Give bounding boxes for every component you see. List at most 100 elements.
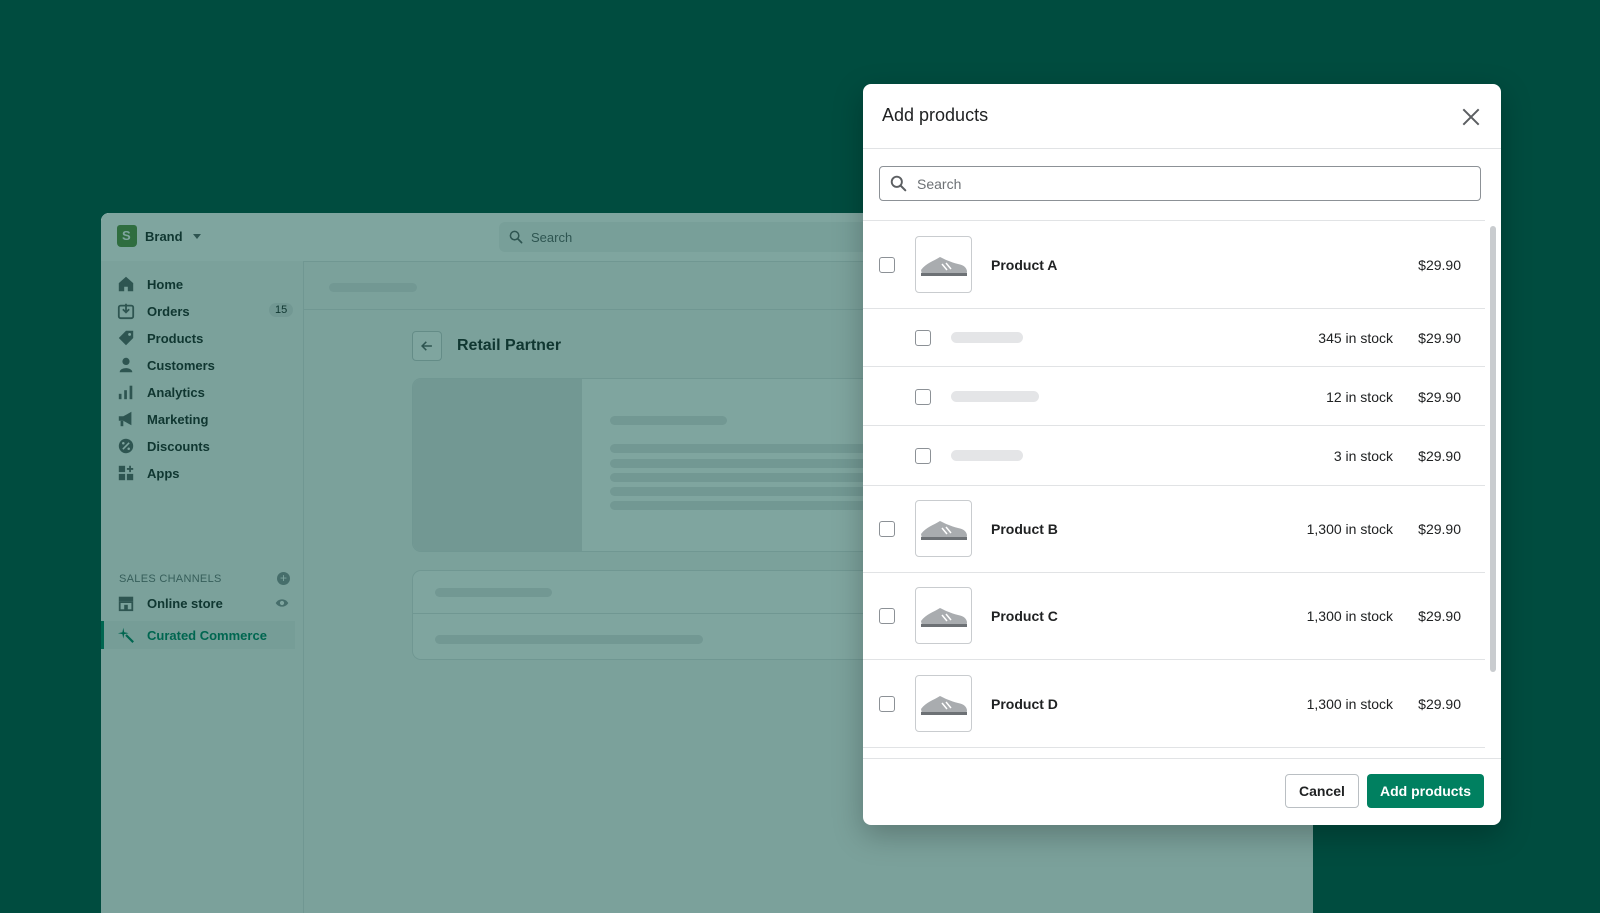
store-name: Brand [145,228,183,244]
search-icon [509,230,523,244]
sidebar-item-discounts[interactable]: Discounts [117,435,210,457]
product-search-field[interactable] [879,166,1481,201]
search-icon [890,175,907,192]
product-row[interactable]: Product D 1,300 in stock $29.90 [863,660,1485,748]
product-price: $29.90 [1418,257,1461,273]
caret-down-icon [192,233,201,239]
product-stock: 1,300 in stock [1306,696,1393,712]
product-checkbox[interactable] [879,257,895,273]
variant-stock: 3 in stock [1333,448,1393,464]
sidebar-item-apps[interactable]: Apps [117,462,180,484]
sidebar-item-label: Apps [147,465,180,481]
apps-icon [118,465,134,481]
add-products-modal: Add products Product A $29.90 345 in sto… [863,84,1501,825]
product-price: $29.90 [1418,521,1461,537]
variant-price: $29.90 [1418,448,1461,464]
sidebar-item-marketing[interactable]: Marketing [117,408,208,430]
sidebar-item-orders[interactable]: Orders [117,300,190,322]
shopify-logo-icon [117,225,137,247]
sidebar-item-label: Analytics [147,384,205,400]
sparkle-icon [117,627,134,643]
product-thumbnail [915,587,972,644]
variant-checkbox[interactable] [915,448,931,464]
variant-checkbox[interactable] [915,330,931,346]
sidebar-item-customers[interactable]: Customers [117,354,215,376]
product-price: $29.90 [1418,696,1461,712]
product-checkbox[interactable] [879,696,895,712]
megaphone-icon [118,411,132,427]
sneaker-icon [921,696,967,715]
modal-title: Add products [882,105,989,125]
sidebar-item-home[interactable]: Home [117,273,183,295]
sneaker-icon [921,521,967,540]
sales-channels-heading: SALES CHANNELS [119,573,222,585]
admin-search-placeholder: Search [531,229,573,245]
sidebar-item-label: Curated Commerce [147,627,267,643]
person-icon [119,357,133,373]
home-icon [118,276,134,292]
admin-search[interactable]: Search [499,222,869,252]
variant-checkbox[interactable] [915,389,931,405]
sidebar-item-label: Home [147,276,184,292]
modal-footer: Cancel Add products [863,758,1501,825]
product-stock: 1,300 in stock [1306,608,1393,624]
variant-row[interactable]: 345 in stock $29.90 [863,309,1485,367]
product-name: Product A [991,257,1058,273]
product-checkbox[interactable] [879,608,895,624]
variant-name-placeholder [951,450,1023,461]
text-placeholder [610,416,727,425]
sidebar-item-label: Orders [147,303,190,319]
product-thumbnail [915,236,972,293]
orders-icon [117,303,135,320]
store-icon [118,596,134,612]
product-thumbnail [915,675,972,732]
arrow-left-icon [421,341,432,351]
sidebar-item-curated-commerce[interactable]: Curated Commerce [117,624,267,646]
sidebar-item-label: Marketing [147,411,209,427]
product-search-input[interactable] [915,174,1459,193]
variant-stock: 345 in stock [1318,330,1393,346]
sneaker-icon [921,608,967,627]
variant-name-placeholder [951,391,1039,402]
sidebar-item-label: Online store [147,595,223,611]
add-channel-icon[interactable]: + [277,572,290,585]
sidebar-item-label: Products [147,330,204,346]
tag-icon [118,330,134,346]
sidebar: Home Orders 15 Products Customers Analyt… [101,261,304,913]
product-row[interactable]: Product B 1,300 in stock $29.90 [863,486,1485,573]
close-icon[interactable] [1460,106,1482,128]
image-placeholder [413,379,582,551]
product-row[interactable]: Product C 1,300 in stock $29.90 [863,573,1485,660]
sidebar-item-label: Discounts [147,438,210,454]
variant-row[interactable]: 12 in stock $29.90 [863,367,1485,426]
product-name: Product B [991,521,1058,537]
variant-row[interactable]: 3 in stock $29.90 [863,426,1485,486]
orders-count-badge: 15 [269,303,294,317]
back-button[interactable] [412,331,442,361]
text-placeholder [435,588,552,597]
sidebar-item-analytics[interactable]: Analytics [117,381,205,403]
product-row[interactable]: Product A $29.90 [863,221,1485,309]
sidebar-item-online-store[interactable]: Online store [117,592,223,614]
product-name: Product D [991,696,1058,712]
product-stock: 1,300 in stock [1306,521,1393,537]
variant-price: $29.90 [1418,330,1461,346]
discount-icon [118,438,134,454]
breadcrumb-placeholder [329,283,417,292]
product-checkbox[interactable] [879,521,895,537]
product-thumbnail [915,500,972,557]
variant-stock: 12 in stock [1326,389,1393,405]
page-title: Retail Partner [457,337,562,354]
text-placeholder [435,635,703,644]
variant-price: $29.90 [1418,389,1461,405]
add-products-button[interactable]: Add products [1367,774,1484,808]
store-switcher[interactable]: Brand [117,225,201,247]
sidebar-item-products[interactable]: Products [117,327,203,349]
cancel-button[interactable]: Cancel [1285,774,1359,808]
list-scrollbar[interactable] [1490,226,1496,672]
sidebar-item-label: Customers [147,357,215,373]
product-list: Product A $29.90 345 in stock $29.90 12 … [863,220,1485,760]
bar-chart-icon [118,385,133,400]
eye-icon[interactable] [275,596,289,610]
sneaker-icon [921,257,967,276]
